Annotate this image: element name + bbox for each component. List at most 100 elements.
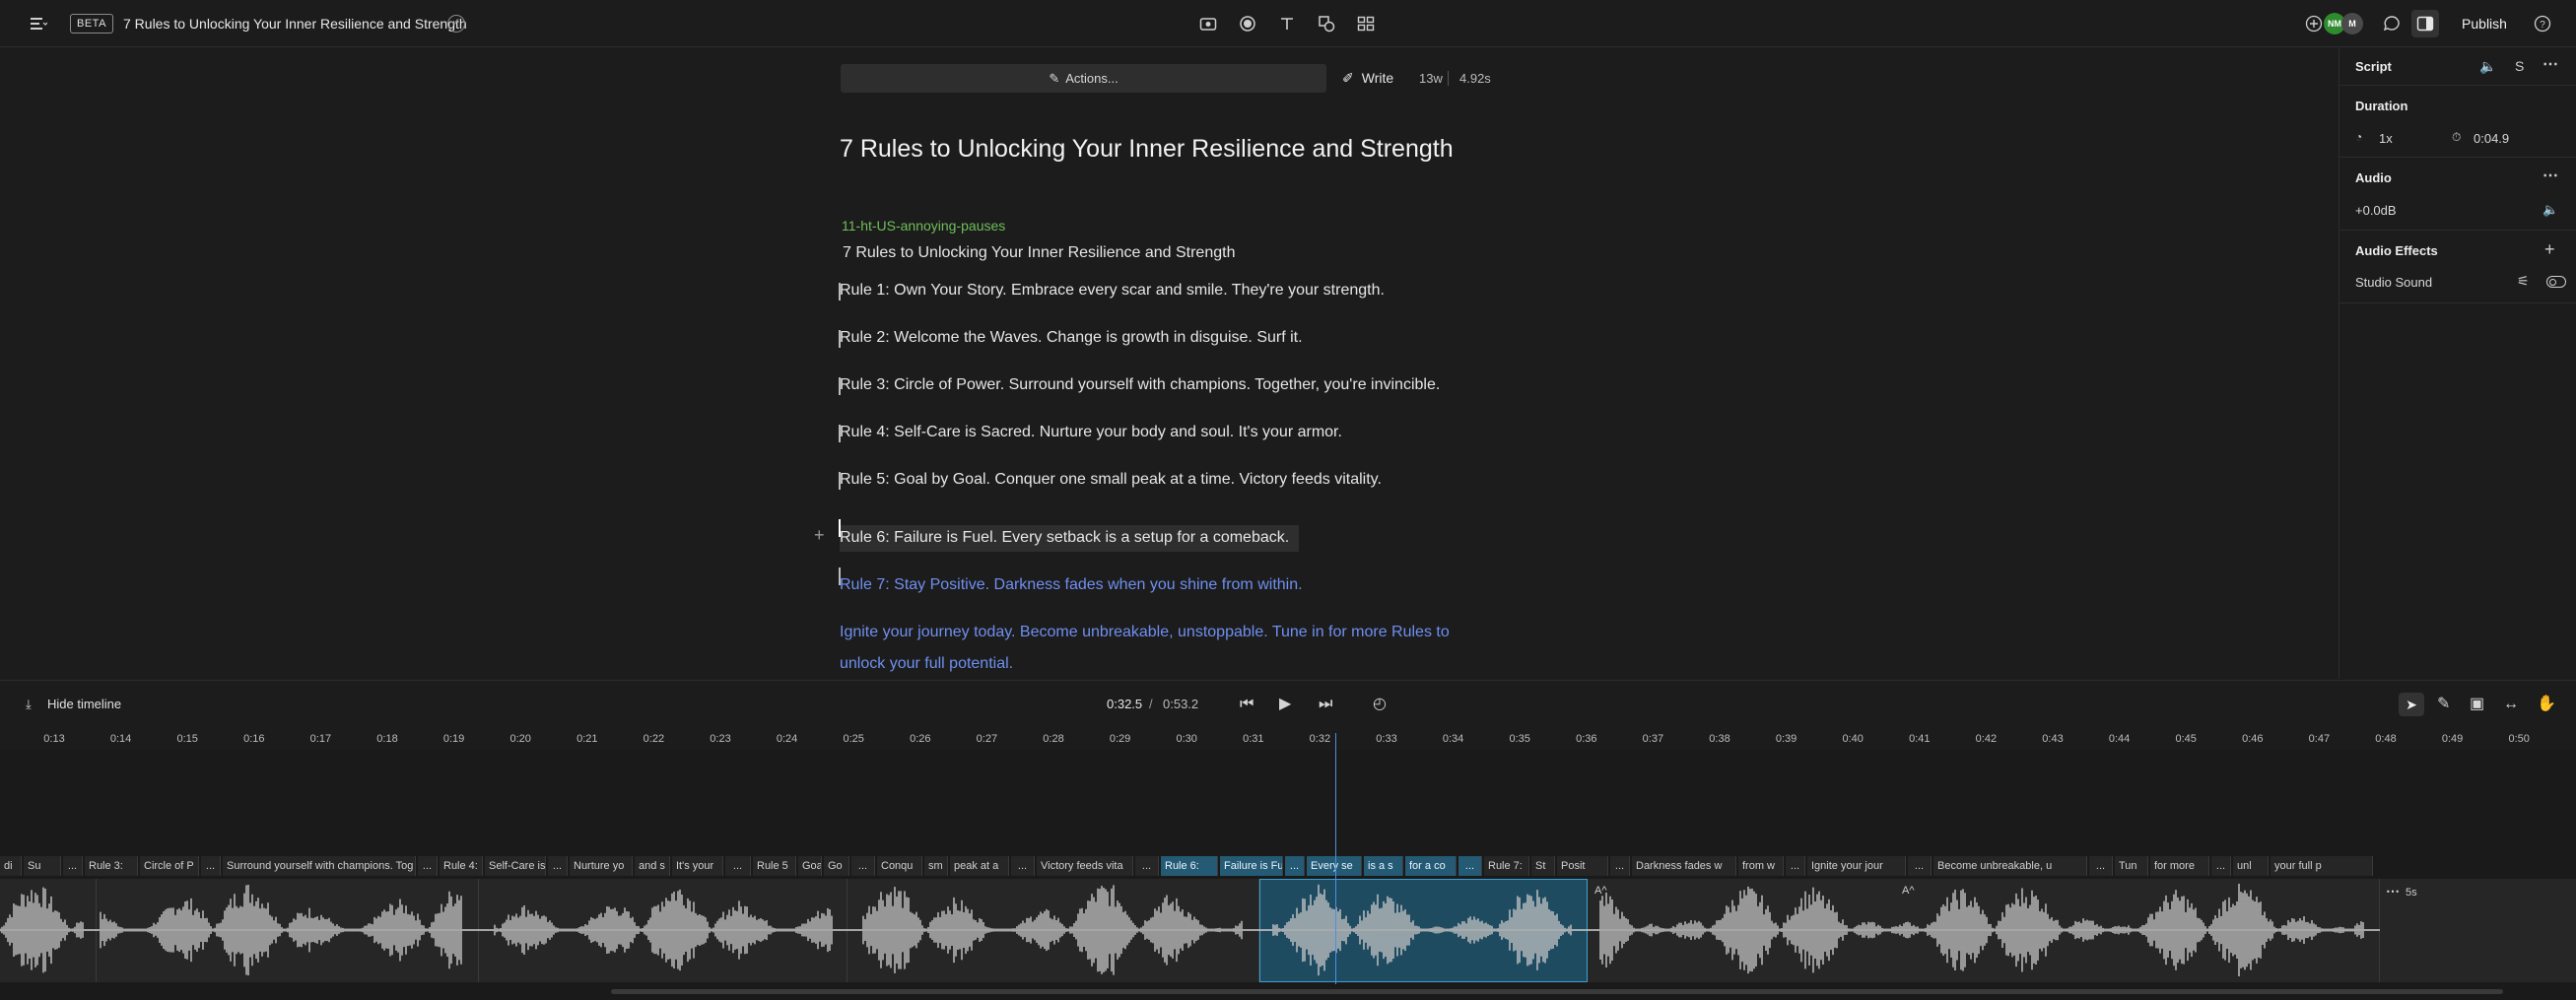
word-chip[interactable]: sm [924, 856, 948, 876]
word-chip[interactable]: Rule 5 [753, 856, 796, 876]
pen-tool-icon[interactable]: ✎ [2437, 681, 2450, 728]
playback-speed-icon[interactable]: ◴ [1373, 681, 1387, 728]
word-chip[interactable]: ... [1285, 856, 1305, 876]
skip-forward-icon[interactable]: ⏭ [1319, 681, 1332, 728]
script-shortcut[interactable]: S [2515, 58, 2524, 74]
word-chip[interactable]: ... [1011, 856, 1035, 876]
speed-value[interactable]: 1x [2379, 131, 2393, 146]
word-chip[interactable]: di [0, 856, 22, 876]
script-heading[interactable]: 7 Rules to Unlocking Your Inner Resilien… [840, 135, 1454, 164]
word-chip[interactable]: ... [201, 856, 221, 876]
script-line[interactable]: Rule 3: Circle of Power. Surround yourse… [840, 376, 1440, 394]
word-chip[interactable]: for more [2150, 856, 2209, 876]
word-chip[interactable]: ... [1135, 856, 1159, 876]
word-chip[interactable]: ... [1786, 856, 1805, 876]
publish-button[interactable]: Publish [2452, 10, 2517, 37]
script-line[interactable]: 7 Rules to Unlocking Your Inner Resilien… [843, 244, 1235, 262]
speaker-label[interactable]: 11-ht-US-annoying-pauses [842, 218, 1005, 233]
script-line[interactable]: unlock your full potential. [840, 655, 1013, 673]
text-tool-icon[interactable] [1275, 0, 1299, 47]
word-chip[interactable]: Goa [798, 856, 822, 876]
script-line[interactable]: Rule 5: Goal by Goal. Conquer one small … [840, 471, 1382, 489]
word-chip[interactable]: Darkness fades w [1632, 856, 1736, 876]
word-chip[interactable]: Rule 3: [85, 856, 138, 876]
clip-tool-icon[interactable]: ▣ [2470, 681, 2484, 728]
word-chip[interactable]: Rule 7: [1484, 856, 1529, 876]
more-options-icon[interactable]: ⋯ [2542, 166, 2558, 185]
help-icon[interactable]: ? [2531, 0, 2554, 47]
word-chip[interactable]: Become unbreakable, u [1933, 856, 2087, 876]
word-chip[interactable]: ... [2089, 856, 2113, 876]
actions-button[interactable]: ✎ Actions... [841, 64, 1326, 93]
comments-icon[interactable] [2380, 0, 2404, 47]
word-chip[interactable]: for a co [1405, 856, 1457, 876]
word-chip[interactable]: Su [24, 856, 61, 876]
select-tool-icon[interactable]: ➤ [2399, 693, 2424, 716]
script-line[interactable]: Rule 4: Self-Care is Sacred. Nurture you… [840, 424, 1342, 441]
word-chip[interactable]: Surround yourself with champions. Tog [223, 856, 416, 876]
word-chip[interactable]: Nurture yo [570, 856, 633, 876]
fit-width-icon[interactable]: ↔ [2503, 681, 2519, 728]
layout-grid-icon[interactable] [1354, 0, 1378, 47]
word-chip[interactable]: from w [1738, 856, 1784, 876]
end-clip[interactable]: ⋯ 5s [2380, 879, 2576, 982]
add-effect-icon[interactable]: + [2544, 239, 2555, 260]
audio-track[interactable]: A^ A^ ⋯ 5s [0, 879, 2576, 982]
word-chip[interactable]: ... [418, 856, 438, 876]
word-chip[interactable]: It's your [672, 856, 723, 876]
timeline-scrollbar[interactable] [611, 989, 2503, 994]
script-line[interactable]: Rule 1: Own Your Story. Embrace every sc… [840, 282, 1385, 300]
word-chip[interactable]: your full p [2271, 856, 2373, 876]
word-chip[interactable]: ... [1458, 856, 1482, 876]
script-line-selected[interactable]: Rule 6: Failure is Fuel. Every setback i… [840, 529, 1289, 547]
word-chip[interactable]: Self-Care is S [485, 856, 546, 876]
skip-back-icon[interactable]: ⏮ [1240, 681, 1254, 728]
word-chip[interactable]: peak at a [950, 856, 1009, 876]
word-chip[interactable]: Go [824, 856, 849, 876]
word-chip[interactable]: Posit [1557, 856, 1608, 876]
word-chip[interactable]: ... [63, 856, 83, 876]
word-chip[interactable]: ... [1908, 856, 1932, 876]
volume-icon[interactable]: 🔈 [2479, 58, 2496, 75]
avatar[interactable]: M [2341, 13, 2363, 34]
word-chip[interactable]: Every se [1307, 856, 1362, 876]
word-chip[interactable]: is a s [1364, 856, 1403, 876]
word-chip[interactable]: ... [1610, 856, 1630, 876]
word-chip[interactable]: unl [2233, 856, 2269, 876]
timeline-ruler[interactable]: 0:13 0:14 0:15 0:16 0:17 0:18 0:19 0:20 0:21 0:22… [0, 727, 2576, 751]
studio-sound-toggle[interactable] [2546, 276, 2566, 288]
more-options-icon[interactable]: ⋯ [2542, 54, 2558, 74]
word-chip[interactable]: Conqu [877, 856, 922, 876]
volume-icon[interactable]: 🔈 [2542, 202, 2558, 218]
word-chip[interactable]: ... [2211, 856, 2231, 876]
word-chip[interactable]: Ignite your jour [1807, 856, 1906, 876]
word-chip[interactable]: and s [635, 856, 670, 876]
gain-value[interactable]: +0.0dB [2355, 203, 2397, 218]
word-chip[interactable]: Failure is Fu [1220, 856, 1283, 876]
word-chip[interactable]: ... [725, 856, 751, 876]
hide-timeline-button[interactable]: Hide timeline [47, 681, 121, 728]
word-chip[interactable]: St [1531, 856, 1555, 876]
word-chip[interactable]: Tun [2115, 856, 2148, 876]
script-line[interactable]: Rule 2: Welcome the Waves. Change is gro… [840, 329, 1303, 347]
sliders-icon[interactable]: ⚟ [2517, 273, 2530, 290]
toggle-panel-icon[interactable] [2411, 10, 2439, 37]
word-chip[interactable]: ... [851, 856, 875, 876]
play-icon[interactable]: ▶ [1279, 681, 1291, 728]
menu-icon[interactable] [24, 0, 53, 47]
word-chip[interactable]: Rule 4: [440, 856, 483, 876]
add-block-icon[interactable]: + [814, 525, 825, 546]
record-screen-icon[interactable] [1196, 0, 1220, 47]
playhead[interactable] [1335, 733, 1336, 984]
word-chip[interactable]: Circle of P [140, 856, 199, 876]
shapes-icon[interactable] [1315, 0, 1338, 47]
more-options-icon[interactable]: ⋯ [2386, 883, 2400, 900]
add-collaborator-icon[interactable] [2303, 0, 2325, 47]
word-chip[interactable]: Rule 6: [1161, 856, 1218, 876]
script-line[interactable]: Ignite your journey today. Become unbrea… [840, 624, 1450, 641]
word-chip[interactable]: ... [548, 856, 568, 876]
write-button[interactable]: ✐ Write [1342, 64, 1393, 93]
collapse-icon[interactable]: ⤓ [26, 681, 32, 728]
script-line[interactable]: Rule 7: Stay Positive. Darkness fades wh… [840, 576, 1303, 594]
hand-tool-icon[interactable]: ✋ [2537, 681, 2556, 728]
